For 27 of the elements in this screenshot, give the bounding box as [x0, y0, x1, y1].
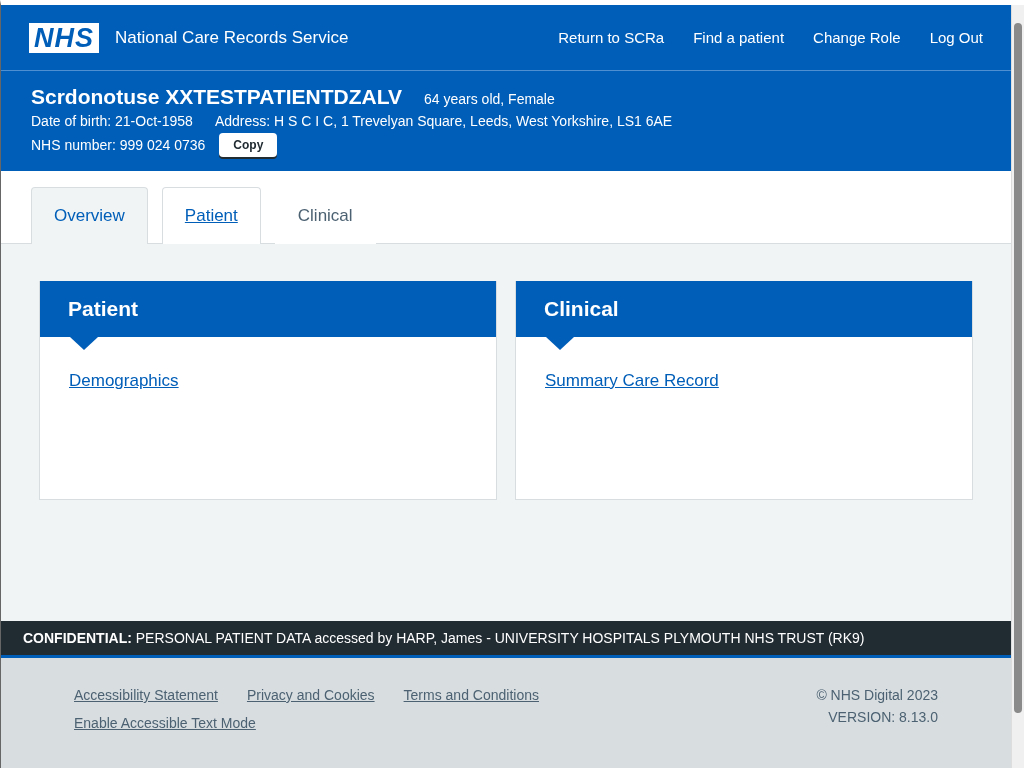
nav-link[interactable]: Find a patient	[693, 29, 785, 46]
scrollbar-thumb[interactable]	[1014, 23, 1022, 713]
footer-link[interactable]: Accessibility Statement	[74, 687, 218, 703]
footer-link[interactable]: Privacy and Cookies	[246, 687, 375, 703]
nhs-logo[interactable]: NHS	[29, 22, 99, 53]
age-sex: 64 years old, Female	[424, 91, 555, 107]
scrollbar[interactable]	[1011, 5, 1024, 768]
footer-link[interactable]: Terms and Conditions	[403, 687, 539, 703]
card-title: Patient	[68, 297, 138, 321]
tab[interactable]: Patient	[161, 187, 261, 244]
address: Address: H S C I C, 1 Trevelyan Square, Leeds, West Yorkshire, LS1 6AE	[214, 113, 673, 129]
tab[interactable]: Overview	[31, 187, 148, 244]
confidential-banner: CONFIDENTIAL: PERSONAL PATIENT DATA accessed by HARP, James - UNIVERSITY HOSPITALS PLYMOUTH NHS TRUST (RK9)	[1, 621, 1011, 658]
copyright: © NHS Digital 2023	[816, 687, 938, 703]
date-of-birth: Date of birth: 21-Oct-1958	[31, 113, 193, 129]
nav-link[interactable]: Change Role	[813, 29, 901, 46]
service-name: National Care Records Service	[115, 27, 349, 48]
card-link[interactable]: Summary Care Record	[545, 371, 719, 390]
card-title: Clinical	[544, 297, 619, 321]
footer-link[interactable]: Enable Accessible Text Mode	[74, 715, 256, 731]
nhs-number: NHS number: 999 024 0736	[31, 137, 206, 153]
patient-name: Scrdonotuse XXTESTPATIENTDZALV	[31, 85, 403, 109]
card-link[interactable]: Demographics	[69, 371, 179, 390]
version: VERSION: 8.13.0	[828, 709, 938, 725]
nav-link[interactable]: Return to SCRa	[558, 29, 665, 46]
nav-link[interactable]: Log Out	[929, 29, 983, 46]
copy-button[interactable]: Copy	[219, 133, 278, 157]
